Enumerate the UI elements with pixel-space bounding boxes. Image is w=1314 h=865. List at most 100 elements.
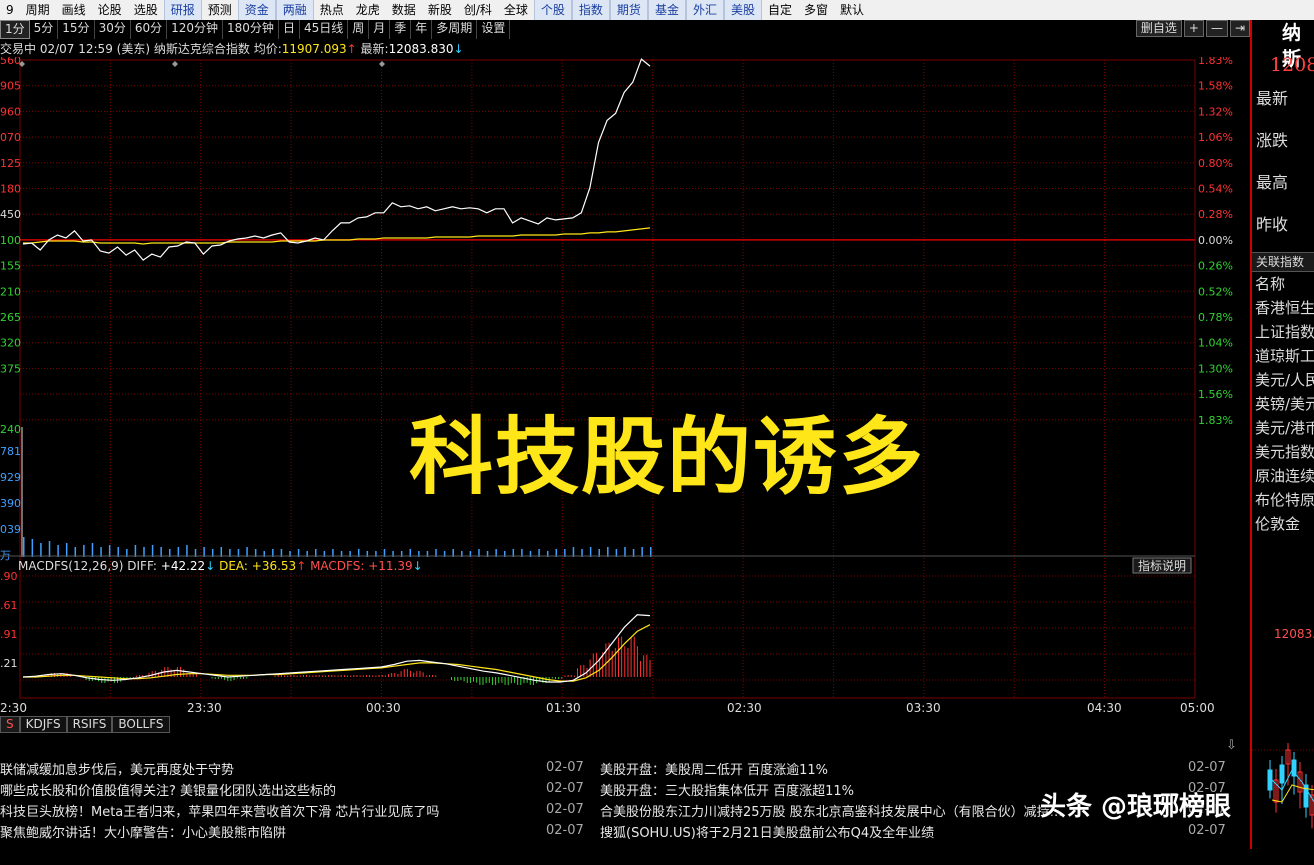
related-index-item[interactable]: 道琼斯工 (1252, 344, 1314, 368)
period-action-2[interactable]: — (1205, 20, 1228, 37)
news-right-row[interactable]: 美股开盘：美股周二低开 百度涨逾11% (600, 760, 1180, 781)
macd-tick-label: .91 (0, 628, 18, 641)
pct-tick-label: 1.30% (1198, 362, 1233, 375)
news-left-text: 科技巨头放榜！Meta王者归来，苹果四年来营收首次下滑 芯片行业见底了吗 (0, 805, 440, 820)
quote-field-3: 昨收 (1256, 215, 1289, 234)
period-13[interactable]: 多周期 (432, 20, 478, 39)
dea-line (23, 624, 651, 682)
news-left-date: 02-07 (546, 760, 584, 775)
period-4[interactable]: 60分 (131, 20, 168, 39)
period-6[interactable]: 180分钟 (223, 20, 279, 39)
last-value: 12083.830 (388, 42, 454, 56)
volume-bar (151, 545, 154, 557)
download-icon[interactable]: ⇩ (1226, 738, 1237, 753)
period-7[interactable]: 日 (279, 20, 300, 39)
toolbar-item-2[interactable]: 画线 (56, 0, 92, 20)
volume-tick-label: 039 (0, 523, 21, 536)
time-tick-label: 02:30 (727, 701, 762, 715)
period-3[interactable]: 30分 (95, 20, 131, 39)
period-0[interactable]: 1分 (0, 20, 30, 39)
period-action-3[interactable]: ⇥ (1229, 20, 1250, 37)
period-11[interactable]: 季 (390, 20, 412, 39)
chart-info-bar: 交易中 02/07 12:59 (美东) 纳斯达克综合指数 均价:11907.0… (0, 40, 1250, 57)
period-action-1[interactable]: + (1183, 20, 1204, 37)
time-tick-label: 23:30 (187, 701, 222, 715)
price-tick-label: 070 (0, 131, 21, 144)
news-right-text: 搜狐(SOHU.US)将于2月21日美股盘前公布Q4及全年业绩 (600, 826, 935, 841)
toolbar-item-0[interactable]: 9 (0, 0, 20, 20)
toolbar-item-3[interactable]: 论股 (92, 0, 128, 20)
toolbar-item-10[interactable]: 龙虎 (350, 0, 386, 20)
pct-tick-label: 0.26% (1198, 260, 1233, 273)
time-tick-label: 2:30 (0, 701, 27, 715)
period-14[interactable]: 设置 (477, 20, 511, 39)
trading-status: 交易中 (0, 42, 37, 56)
toolbar-item-6[interactable]: 预测 (202, 0, 238, 20)
toolbar-item-1[interactable]: 周期 (20, 0, 56, 20)
toolbar-item-23[interactable]: 默认 (834, 0, 870, 20)
toolbar-item-14[interactable]: 全球 (498, 0, 534, 20)
period-right-actions: 删自选 + — ⇥ (1134, 20, 1250, 37)
related-index-section[interactable]: 关联指数 (1252, 252, 1314, 272)
watermark: 头条 @琅琊榜眼 (1040, 792, 1232, 822)
event-marker-icon[interactable] (379, 61, 385, 67)
price-tick-label: 180 (0, 183, 21, 196)
toolbar-item-4[interactable]: 选股 (128, 0, 164, 20)
toolbar-item-5[interactable]: 研报 (163, 0, 202, 20)
news-right-row[interactable]: 搜狐(SOHU.US)将于2月21日美股盘前公布Q4及全年业绩 (600, 823, 1180, 844)
toolbar-item-7[interactable]: 资金 (237, 0, 276, 20)
toolbar-item-22[interactable]: 多窗 (798, 0, 834, 20)
news-left-row[interactable]: 联储减缓加息步伐后，美元再度处于守势 (0, 760, 580, 781)
macd-header: MACDFS(12,26,9) DIFF: +42.22↓ DEA: +36.5… (18, 559, 423, 573)
volume-bar (57, 545, 59, 557)
related-index-item[interactable]: 美元/人民 (1252, 368, 1314, 392)
toolbar-item-18[interactable]: 基金 (647, 0, 686, 20)
related-index-item[interactable]: 上证指数 (1252, 320, 1314, 344)
related-index-item[interactable]: 香港恒生 (1252, 296, 1314, 320)
indicator-tab-0[interactable]: S (0, 716, 20, 733)
news-left-row[interactable]: 聚焦鲍威尔讲话！大小摩警告：小心美股熊市陷阱 (0, 823, 580, 844)
toolbar-item-13[interactable]: 创/科 (458, 0, 498, 20)
period-action-0[interactable]: 删自选 (1135, 20, 1182, 37)
indicator-tab-2[interactable]: RSIFS (66, 716, 113, 733)
toolbar-item-17[interactable]: 期货 (609, 0, 648, 20)
period-2[interactable]: 15分 (58, 20, 95, 39)
toolbar-item-8[interactable]: 两融 (275, 0, 314, 20)
diff-value: +42.22 (161, 559, 205, 573)
toolbar-item-15[interactable]: 个股 (533, 0, 572, 20)
related-index-item[interactable]: 伦敦金 (1252, 512, 1314, 536)
news-right-date: 02-07 (1188, 823, 1226, 838)
news-left-text: 哪些成长股和价值股值得关注? 美银量化团队选出这些标的 (0, 784, 337, 799)
period-10[interactable]: 月 (369, 20, 391, 39)
news-left-row[interactable]: 科技巨头放榜！Meta王者归来，苹果四年来营收首次下滑 芯片行业见底了吗 (0, 802, 580, 823)
volume-bar (31, 539, 34, 557)
toolbar-item-11[interactable]: 数据 (386, 0, 422, 20)
news-left-row[interactable]: 哪些成长股和价值股值得关注? 美银量化团队选出这些标的 (0, 781, 580, 802)
pct-tick-label: 1.58% (1198, 80, 1233, 93)
quote-fields: 最新 涨跌 最高 昨收 (1252, 78, 1314, 246)
toolbar-item-16[interactable]: 指数 (571, 0, 610, 20)
index-name: 纳斯达克综合指数 (153, 42, 250, 56)
period-5[interactable]: 120分钟 (167, 20, 224, 39)
period-1[interactable]: 5分 (30, 20, 59, 39)
news-left-row[interactable] (0, 844, 580, 865)
pct-tick-label: 0.28% (1198, 208, 1233, 221)
intraday-chart[interactable]: 1.83% 1.58% 1.32% 1.06% 0.80% 0.54% 0.28% 0.00%… (0, 57, 1250, 717)
toolbar-item-19[interactable]: 外汇 (685, 0, 724, 20)
mini-chart-price: 12083.8 (1274, 627, 1314, 641)
news-right-text: 美股开盘：三大股指集体低开 百度涨超11% (600, 784, 855, 799)
pct-tick-label: 0.52% (1198, 285, 1233, 298)
datetime: 02/07 12:59 (39, 42, 113, 56)
pct-tick-label: 0.78% (1198, 311, 1233, 324)
indicator-tab-3[interactable]: BOLLFS (112, 716, 170, 733)
toolbar-item-9[interactable]: 热点 (314, 0, 350, 20)
market-zone: (美东) (116, 42, 151, 56)
period-9[interactable]: 周 (348, 20, 370, 39)
toolbar-item-12[interactable]: 新股 (422, 0, 458, 20)
toolbar-item-20[interactable]: 美股 (723, 0, 762, 20)
period-8[interactable]: 45日线 (300, 20, 349, 39)
period-12[interactable]: 年 (411, 20, 433, 39)
event-marker-icon[interactable] (172, 61, 178, 67)
indicator-tab-1[interactable]: KDJFS (19, 716, 67, 733)
toolbar-item-21[interactable]: 自定 (762, 0, 798, 20)
